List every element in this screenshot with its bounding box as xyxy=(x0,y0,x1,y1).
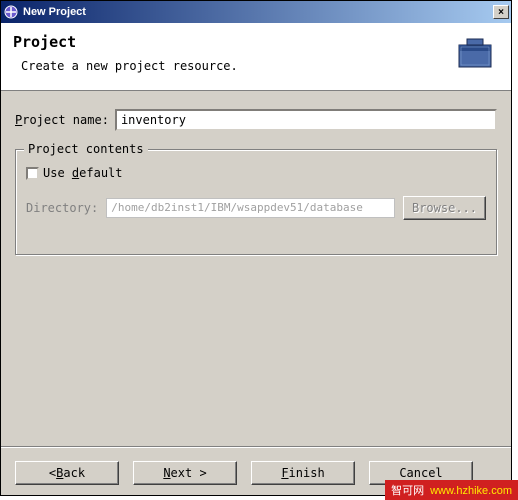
app-icon xyxy=(3,4,19,20)
project-name-label: PProject name:roject name: xyxy=(15,113,109,127)
window-title: New Project xyxy=(23,6,491,18)
project-contents-group: Project contents Use default Directory: … xyxy=(15,149,497,255)
directory-label: Directory: xyxy=(26,201,98,215)
project-name-row: PProject name:roject name: xyxy=(15,109,497,131)
directory-input: /home/db2inst1/IBM/wsappdev51/database xyxy=(106,198,395,218)
browse-button: Browse... xyxy=(403,196,486,220)
watermark-cn: 智可网 xyxy=(391,485,424,497)
page-description: Create a new project resource. xyxy=(21,59,499,73)
directory-row: Directory: /home/db2inst1/IBM/wsappdev51… xyxy=(26,196,486,220)
close-button[interactable]: × xyxy=(493,5,509,19)
titlebar: New Project × xyxy=(1,1,511,23)
new-project-dialog: New Project × Project Create a new proje… xyxy=(0,0,512,496)
use-default-row: Use default xyxy=(26,166,486,180)
project-icon xyxy=(455,35,495,74)
back-button[interactable]: < Back xyxy=(15,461,119,485)
watermark-url: www.hzhike.com xyxy=(430,485,512,497)
finish-button[interactable]: Finish xyxy=(251,461,355,485)
content-area: PProject name:roject name: Project conte… xyxy=(1,91,511,263)
project-name-input[interactable] xyxy=(115,109,497,131)
wizard-banner: Project Create a new project resource. xyxy=(1,23,511,91)
next-button[interactable]: Next > xyxy=(133,461,237,485)
use-default-label: Use default xyxy=(43,166,123,180)
group-legend: Project contents xyxy=(24,142,148,156)
page-title: Project xyxy=(13,33,499,51)
watermark: 智可网 www.hzhike.com xyxy=(385,480,518,500)
use-default-checkbox[interactable] xyxy=(26,167,39,180)
